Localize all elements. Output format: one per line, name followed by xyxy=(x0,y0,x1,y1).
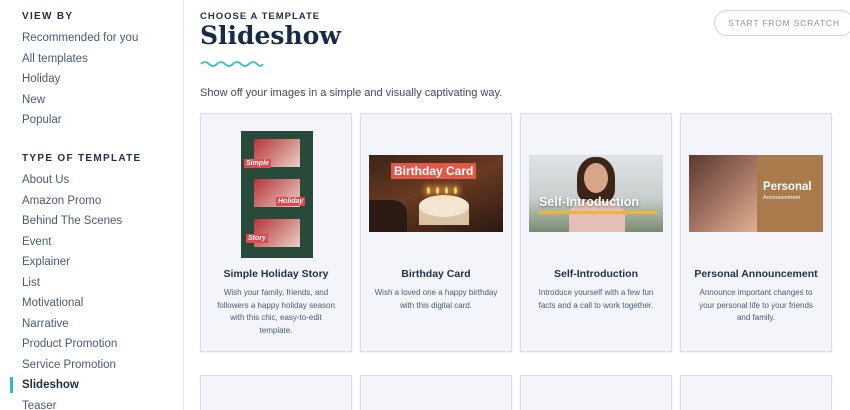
template-thumbnail: Personal Announcement xyxy=(689,155,823,232)
template-title: Self-Introduction xyxy=(554,268,638,280)
sidebar-item-all-templates[interactable]: All templates xyxy=(0,51,138,72)
template-title: Personal Announcement xyxy=(694,268,818,280)
start-from-scratch-button[interactable]: START FROM SCRATCH xyxy=(714,10,850,36)
template-title: Simple Holiday Story xyxy=(223,268,329,280)
thumbnail-tag: Story xyxy=(246,234,268,243)
template-card[interactable] xyxy=(520,375,672,410)
thumbnail-label: Personal xyxy=(763,181,812,193)
view-by-heading: VIEW BY xyxy=(22,11,74,22)
sidebar-item-event[interactable]: Event xyxy=(0,234,122,255)
main-content: CHOOSE A TEMPLATE Slideshow Show off you… xyxy=(200,0,850,410)
view-by-list: Recommended for you All templates Holida… xyxy=(0,30,138,133)
template-card-self-introduction[interactable]: Self-Introduction Self-Introduction Intr… xyxy=(520,113,672,352)
thumbnail-label: Self-Introduction xyxy=(539,195,639,209)
thumbnail-tag: Holiday xyxy=(276,197,306,206)
sidebar-item-popular[interactable]: Popular xyxy=(0,112,138,133)
template-thumbnail: Birthday Card xyxy=(369,155,503,232)
sidebar-item-service-promotion[interactable]: Service Promotion xyxy=(0,357,122,378)
template-card[interactable] xyxy=(200,375,352,410)
template-thumbnail: Self-Introduction xyxy=(529,155,663,232)
candle-flame-icon xyxy=(427,187,430,194)
candle-flame-icon xyxy=(454,187,457,194)
template-description: Introduce yourself with a few fun facts … xyxy=(538,288,654,310)
type-of-template-list: About Us Amazon Promo Behind The Scenes … xyxy=(0,172,122,410)
template-description: Announce important changes to your perso… xyxy=(699,288,813,322)
sidebar-item-list[interactable]: List xyxy=(0,275,122,296)
thumbnail-photo xyxy=(689,155,757,232)
thumbnail-person-face xyxy=(584,163,608,193)
sidebar-item-narrative[interactable]: Narrative xyxy=(0,316,122,337)
sidebar-item-explainer[interactable]: Explainer xyxy=(0,254,122,275)
thumbnail-panel xyxy=(757,155,823,232)
candle-flame-icon xyxy=(445,187,448,194)
template-card-simple-holiday-story[interactable]: Simple Holiday Story Simple Holiday Stor… xyxy=(200,113,352,352)
sidebar-item-slideshow[interactable]: Slideshow xyxy=(0,377,122,398)
template-card-birthday-card[interactable]: Birthday Card Birthday Card Wish a loved… xyxy=(360,113,512,352)
template-description: Wish your family, friends, and followers… xyxy=(217,288,335,335)
sidebar-item-about-us[interactable]: About Us xyxy=(0,172,122,193)
candle-flame-icon xyxy=(436,187,439,194)
sidebar-item-teaser[interactable]: Teaser xyxy=(0,398,122,410)
type-of-template-heading: TYPE OF TEMPLATE xyxy=(22,153,142,164)
title-wave-decoration xyxy=(200,61,264,67)
thumbnail-sublabel: Announcement xyxy=(763,195,800,201)
thumbnail-tag: Simple xyxy=(244,159,271,168)
page-title: Slideshow xyxy=(200,21,341,50)
template-description: Wish a loved one a happy birthday with t… xyxy=(374,288,498,310)
template-title: Birthday Card xyxy=(401,268,471,280)
sidebar-item-motivational[interactable]: Motivational xyxy=(0,295,122,316)
template-card[interactable] xyxy=(680,375,832,410)
thumbnail-hand-shape xyxy=(369,200,407,232)
template-thumbnail: Simple Holiday Story xyxy=(241,131,313,258)
thumbnail-label: Birthday Card xyxy=(391,163,477,179)
sidebar: VIEW BY Recommended for you All template… xyxy=(0,0,184,410)
sidebar-item-behind-the-scenes[interactable]: Behind The Scenes xyxy=(0,213,122,234)
sidebar-item-amazon-promo[interactable]: Amazon Promo xyxy=(0,193,122,214)
sidebar-item-holiday[interactable]: Holiday xyxy=(0,71,138,92)
sidebar-item-product-promotion[interactable]: Product Promotion xyxy=(0,336,122,357)
sidebar-item-new[interactable]: New xyxy=(0,92,138,113)
template-card[interactable] xyxy=(360,375,512,410)
sidebar-item-recommended[interactable]: Recommended for you xyxy=(0,30,138,51)
page-description: Show off your images in a simple and vis… xyxy=(200,87,503,99)
thumbnail-underline xyxy=(539,211,657,214)
thumbnail-cake-top-shape xyxy=(419,195,469,217)
template-card-personal-announcement[interactable]: Personal Announcement Personal Announcem… xyxy=(680,113,832,352)
